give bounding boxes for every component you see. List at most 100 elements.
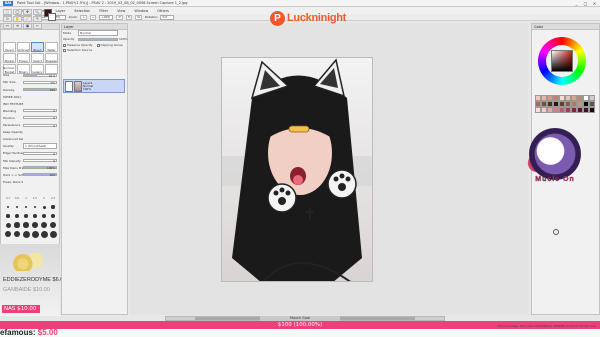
brush-tool-deselect[interactable]: Deselect	[45, 53, 58, 63]
brush-size-preset[interactable]: 2.3	[49, 194, 57, 202]
brush-property-slider[interactable]: 20.0	[23, 73, 57, 78]
background-color-swatch[interactable]	[48, 13, 56, 21]
brush-tool-marker[interactable]: Marker	[3, 53, 16, 63]
brush-size-preset[interactable]	[49, 230, 57, 238]
brush-property-slider[interactable]: 0	[23, 123, 57, 128]
brush-size-preset[interactable]	[40, 212, 48, 220]
maximize-button[interactable]: □	[582, 1, 589, 6]
brush-property-slider[interactable]: 0%	[23, 80, 57, 85]
brush-tool-water[interactable]: Water	[45, 42, 58, 52]
brush-size-preset[interactable]	[40, 230, 48, 238]
brush-size-preset[interactable]: 1.5	[31, 194, 39, 202]
lasso-icon[interactable]: ◯	[13, 9, 22, 15]
menu-selection[interactable]: Selection	[74, 9, 90, 13]
brush-size-preset[interactable]	[40, 203, 48, 211]
brush-size-value: 2	[43, 196, 45, 200]
frame-icon[interactable]: ▣	[23, 23, 32, 29]
flip-icon[interactable]: ↔	[3, 23, 12, 29]
menu-layer[interactable]: Layer	[56, 9, 66, 13]
brush-size-preset[interactable]	[22, 230, 30, 238]
brush-property-slider[interactable]: 0	[23, 109, 57, 113]
color-swatch[interactable]	[589, 107, 595, 113]
brush-size-preset[interactable]	[31, 230, 39, 238]
selection-source-checkbox[interactable]	[63, 48, 66, 52]
minimize-button[interactable]: _	[573, 1, 580, 6]
layer-opacity-slider[interactable]	[78, 37, 118, 41]
pen-icon[interactable]: ✎	[33, 16, 42, 22]
brush-size-preset[interactable]: 0.7	[4, 194, 12, 202]
clipping-group-checkbox[interactable]	[96, 43, 100, 47]
brush-size-preset[interactable]	[4, 203, 12, 211]
reset-icon[interactable]: ⟲	[13, 23, 22, 29]
preserve-opacity-checkbox[interactable]	[63, 43, 66, 47]
brush-property-slider[interactable]: 100	[23, 173, 57, 177]
brush-size-preset[interactable]: 1	[22, 194, 30, 202]
brush-size-preset[interactable]: 2	[40, 194, 48, 202]
brush-size-preset[interactable]	[4, 221, 12, 229]
brush-size-dot	[41, 213, 47, 219]
zoom-in-button[interactable]: +	[80, 14, 87, 20]
layer-mode-select[interactable]: Normal	[78, 30, 118, 36]
brush-size-preset[interactable]: 0.8	[13, 194, 21, 202]
brush-size-preset[interactable]	[13, 212, 21, 220]
brush-size-preset[interactable]	[49, 203, 57, 211]
menu-filter[interactable]: Filter	[99, 9, 108, 13]
rect-select-icon[interactable]: ⬚	[3, 9, 12, 15]
brush-tool-eraser[interactable]: Eraser	[17, 53, 30, 63]
brush-size-preset[interactable]	[4, 212, 12, 220]
rotate-icon[interactable]: ↻	[3, 16, 12, 22]
brush-size-preset[interactable]	[49, 212, 57, 220]
brush-property-slider[interactable]: 100	[23, 88, 57, 92]
tip-line-1: EDDIEZERODYME $6.00	[3, 277, 66, 283]
brush-property-slider[interactable]: 100%	[23, 166, 57, 170]
brush-size-preset[interactable]	[31, 203, 39, 211]
brush-size-preset[interactable]	[31, 221, 39, 229]
brush-property-value: 20.0	[48, 73, 55, 78]
brush-size-preset[interactable]	[4, 230, 12, 238]
flip-button[interactable]: ⇆	[135, 14, 142, 20]
rotation-field[interactable]: +000	[99, 14, 114, 20]
brush-size-dot	[24, 214, 28, 218]
brush-tool-select[interactable]: Select	[31, 53, 44, 63]
move-icon[interactable]: ✥	[23, 9, 32, 15]
brush-tool-airbrush[interactable]: Airbrush	[17, 42, 30, 52]
scissors-icon[interactable]: ✂	[33, 23, 42, 29]
magic-wand-icon[interactable]: 🪄	[23, 16, 32, 22]
brush-property-slider[interactable]: 0	[23, 159, 57, 163]
brush-size-preset[interactable]	[22, 212, 30, 220]
brush-property-row: [NO TEXTURE]	[3, 102, 57, 107]
brush-size-preset[interactable]	[49, 221, 57, 229]
brush-property-label: Hard <-> Soft	[3, 172, 23, 177]
brush-size-dot	[50, 213, 56, 219]
zoom-out-button[interactable]: −	[89, 14, 97, 20]
brush-size-preset[interactable]	[13, 203, 21, 211]
preserve-opacity-label: Preserve Opacity	[67, 43, 93, 47]
rotate-left-button[interactable]: ↺	[116, 14, 123, 20]
brush-size-preset[interactable]	[31, 212, 39, 220]
layer-visibility-icon[interactable]	[65, 80, 73, 92]
slider-fill	[24, 74, 37, 76]
menu-others[interactable]: Others	[157, 9, 169, 13]
brush-size-preset[interactable]	[13, 230, 21, 238]
brush-tool-pencil[interactable]: Pencil	[3, 42, 16, 52]
brush-size-preset[interactable]	[40, 221, 48, 229]
brush-size-preset[interactable]	[22, 203, 30, 211]
brush-tool-brush[interactable]: Brush	[31, 42, 44, 52]
layer-opacity-value: 100%	[119, 37, 128, 41]
layer-row[interactable]: Layer1 Normal 100%	[63, 79, 125, 93]
zoom-icon[interactable]: 🔍	[33, 9, 42, 15]
hand-icon[interactable]: ✋	[13, 16, 22, 22]
brush-size-preset[interactable]	[13, 221, 21, 229]
canvas-document[interactable]	[221, 57, 373, 282]
saturation-value-square[interactable]	[551, 50, 573, 72]
brush-property-slider[interactable]: 0	[23, 116, 57, 120]
menu-window[interactable]: Window	[134, 9, 148, 13]
close-button[interactable]: ×	[591, 1, 598, 6]
brush-property-select[interactable]: 1 (Smoothest)	[23, 143, 57, 150]
brush-size-preset[interactable]	[22, 221, 30, 229]
brush-property-slider[interactable]: 0	[23, 151, 57, 156]
rotation-value-field[interactable]: 0.0	[160, 14, 175, 20]
tip-badge-name: NAS	[4, 306, 16, 312]
rotate-right-button[interactable]: ↻	[125, 14, 133, 20]
menu-view[interactable]: View	[117, 9, 125, 13]
